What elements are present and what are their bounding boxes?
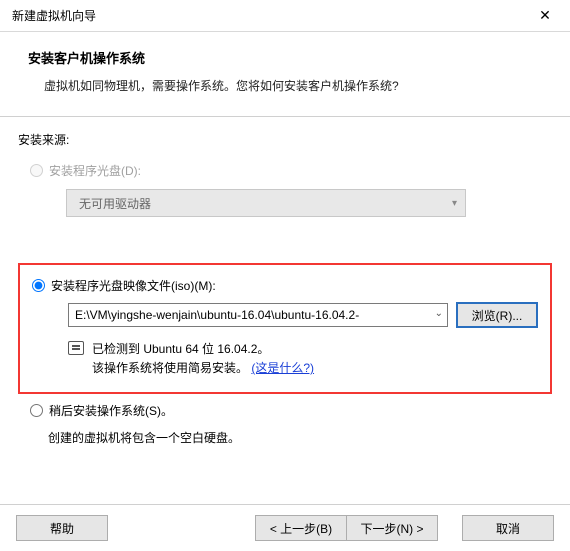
close-icon[interactable]: ✕ bbox=[530, 4, 560, 28]
wizard-header: 安装客户机操作系统 虚拟机如同物理机，需要操作系统。您将如何安装客户机操作系统? bbox=[0, 32, 570, 106]
help-button[interactable]: 帮助 bbox=[16, 515, 108, 541]
whats-this-link[interactable]: (这是什么?) bbox=[251, 361, 314, 375]
content-area: 安装来源: 安装程序光盘(D): 无可用驱动器 ▾ 安装程序光盘映像文件(iso… bbox=[0, 117, 570, 460]
next-button[interactable]: 下一步(N) > bbox=[346, 515, 438, 541]
easy-install-text: 该操作系统将使用简易安装。 bbox=[92, 361, 248, 375]
info-icon bbox=[68, 341, 84, 355]
drive-dropdown-text: 无可用驱动器 bbox=[79, 195, 151, 212]
radio-disc-input bbox=[30, 164, 43, 177]
window-title: 新建虚拟机向导 bbox=[12, 7, 96, 24]
back-button[interactable]: < 上一步(B) bbox=[255, 515, 347, 541]
cancel-button[interactable]: 取消 bbox=[462, 515, 554, 541]
radio-disc-label: 安装程序光盘(D): bbox=[49, 162, 141, 179]
radio-iso[interactable]: 安装程序光盘映像文件(iso)(M): bbox=[20, 277, 540, 294]
install-later-note: 创建的虚拟机将包含一个空白硬盘。 bbox=[48, 429, 552, 446]
detection-message: 已检测到 Ubuntu 64 位 16.04.2。 该操作系统将使用简易安装。 … bbox=[68, 340, 540, 378]
footer: 帮助 < 上一步(B) 下一步(N) > 取消 bbox=[0, 504, 570, 551]
radio-installer-disc: 安装程序光盘(D): bbox=[18, 162, 552, 179]
radio-later-input[interactable] bbox=[30, 404, 43, 417]
radio-iso-input[interactable] bbox=[32, 279, 45, 292]
titlebar: 新建虚拟机向导 ✕ bbox=[0, 0, 570, 32]
radio-install-later[interactable]: 稍后安装操作系统(S)。 bbox=[18, 402, 552, 419]
page-subtitle: 虚拟机如同物理机，需要操作系统。您将如何安装客户机操作系统? bbox=[28, 77, 542, 94]
chevron-down-icon: ▾ bbox=[452, 198, 457, 209]
page-title: 安装客户机操作系统 bbox=[28, 48, 542, 67]
detected-os-text: 已检测到 Ubuntu 64 位 16.04.2。 bbox=[92, 340, 314, 359]
radio-iso-label: 安装程序光盘映像文件(iso)(M): bbox=[51, 277, 216, 294]
browse-button[interactable]: 浏览(R)... bbox=[456, 302, 538, 328]
iso-path-input[interactable] bbox=[68, 303, 448, 327]
iso-option-highlight: 安装程序光盘映像文件(iso)(M): ⌄ 浏览(R)... 已检测到 Ubun… bbox=[18, 263, 552, 394]
install-source-label: 安装来源: bbox=[18, 131, 552, 148]
radio-later-label: 稍后安装操作系统(S)。 bbox=[49, 402, 173, 419]
drive-dropdown: 无可用驱动器 ▾ bbox=[66, 189, 466, 217]
